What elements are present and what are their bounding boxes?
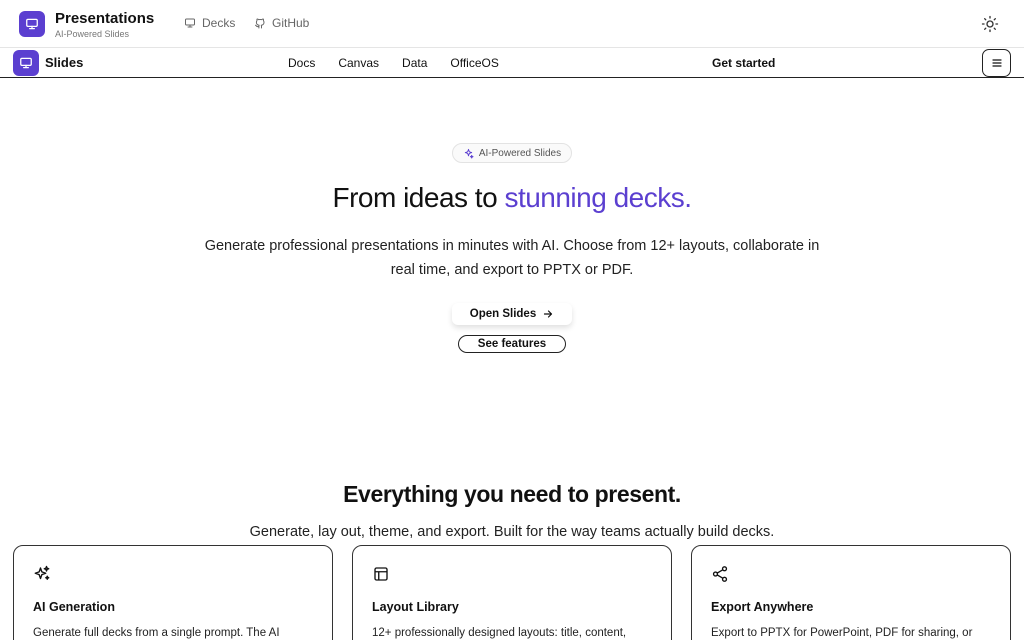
- app-subtitle: AI-Powered Slides: [55, 29, 130, 39]
- feature-card-description: Generate full decks from a single prompt…: [33, 627, 280, 639]
- hero-title-start: From ideas to: [332, 182, 505, 213]
- features-description: Generate, lay out, theme, and export. Bu…: [249, 524, 775, 540]
- hero-badge-label: AI-Powered Slides: [478, 147, 562, 159]
- hamburger-icon: [991, 59, 1002, 67]
- see-features-button[interactable]: See features: [458, 335, 566, 353]
- menu-button[interactable]: [982, 49, 1011, 77]
- app-logo[interactable]: [19, 11, 45, 37]
- subnav-link-data[interactable]: Data: [402, 56, 427, 70]
- feature-card-description: 12+ professionally designed layouts: tit…: [372, 627, 627, 639]
- sparkles-icon: [464, 148, 474, 159]
- presentation-icon: [26, 18, 38, 30]
- nav-link-decks[interactable]: Decks: [184, 16, 235, 30]
- subnav-link-docs[interactable]: Docs: [288, 56, 315, 70]
- sparkles-icon: [34, 565, 50, 580]
- nav-link-github[interactable]: GitHub: [254, 16, 309, 30]
- top-app-bar: Presentations AI-Powered Slides Decks Gi…: [0, 0, 1024, 48]
- app-title: Presentations: [55, 10, 155, 27]
- feature-card-title: Export Anywhere: [711, 600, 814, 614]
- hero-badge: AI-Powered Slides: [452, 143, 572, 163]
- feature-card-description: Export to PPTX for PowerPoint, PDF for s…: [711, 627, 973, 639]
- feature-card-title: Layout Library: [372, 600, 459, 614]
- share-icon: [712, 566, 728, 582]
- secondary-nav: Slides Docs Canvas Data OfficeOS Get sta…: [0, 48, 1024, 78]
- nav-link-label: GitHub: [272, 16, 310, 30]
- presentation-icon: [20, 57, 32, 69]
- slides-logo[interactable]: [13, 50, 39, 76]
- hero-title: From ideas to stunning decks.: [0, 182, 1024, 214]
- layout-icon: [374, 567, 388, 581]
- subnav-link-officeos[interactable]: OfficeOS: [450, 56, 498, 70]
- sun-icon: [981, 15, 999, 33]
- theme-toggle-button[interactable]: [980, 14, 1000, 34]
- feature-card-layout-library: Layout Library 12+ professionally design…: [352, 545, 672, 640]
- get-started-link[interactable]: Get started: [712, 56, 775, 70]
- open-slides-button[interactable]: Open Slides: [452, 303, 572, 325]
- github-icon: [255, 18, 265, 29]
- feature-card-export-anywhere: Export Anywhere Export to PPTX for Power…: [691, 545, 1011, 640]
- subnav-link-canvas[interactable]: Canvas: [338, 56, 379, 70]
- feature-card-ai-generation: AI Generation Generate full decks from a…: [13, 545, 333, 640]
- hero-title-accent: stunning decks.: [504, 182, 692, 213]
- monitor-icon: [185, 18, 195, 28]
- nav-link-label: Decks: [202, 16, 236, 30]
- brand-name[interactable]: Slides: [45, 55, 83, 70]
- feature-card-title: AI Generation: [33, 600, 115, 614]
- arrow-right-icon: [544, 310, 553, 318]
- features-title: Everything you need to present.: [343, 481, 681, 507]
- open-slides-label: Open Slides: [469, 308, 537, 320]
- hero-description: Generate professional presentations in m…: [204, 238, 820, 278]
- subnav-links: Docs Canvas Data OfficeOS: [288, 56, 499, 70]
